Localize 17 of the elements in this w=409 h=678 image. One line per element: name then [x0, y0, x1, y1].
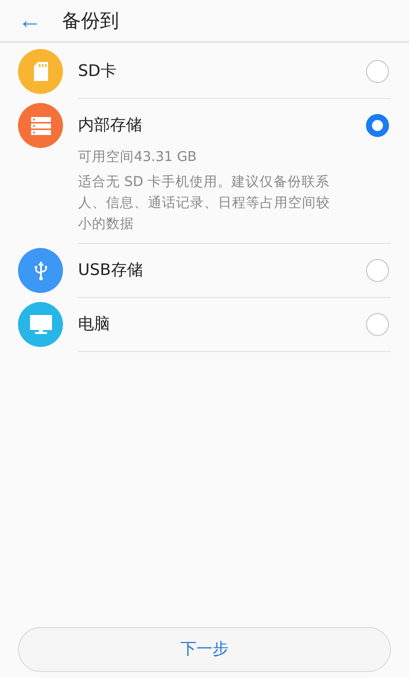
option-label: 电脑: [78, 314, 110, 335]
option-label: 内部存储: [78, 115, 142, 136]
sd-card-icon: [34, 62, 48, 81]
radio-button[interactable]: [366, 259, 389, 282]
radio-button[interactable]: [366, 313, 389, 336]
option-label: SD卡: [78, 61, 116, 82]
option-description: 适合无 SD 卡手机使用。建议仅备份联系人、信息、通话记录、日程等占用空间较小的数据: [78, 173, 331, 234]
next-button[interactable]: 下一步: [18, 627, 391, 672]
radio-button[interactable]: [366, 114, 389, 137]
page-title: 备份到: [62, 8, 119, 34]
free-space-text: 可用空间43.31 GB: [78, 148, 198, 166]
storage-icon: [30, 116, 50, 134]
back-button[interactable]: ←: [18, 8, 42, 32]
option-label: USB存储: [78, 260, 143, 281]
usb-icon: [34, 260, 48, 280]
radio-button[interactable]: [366, 60, 389, 83]
monitor-icon: [30, 314, 52, 334]
